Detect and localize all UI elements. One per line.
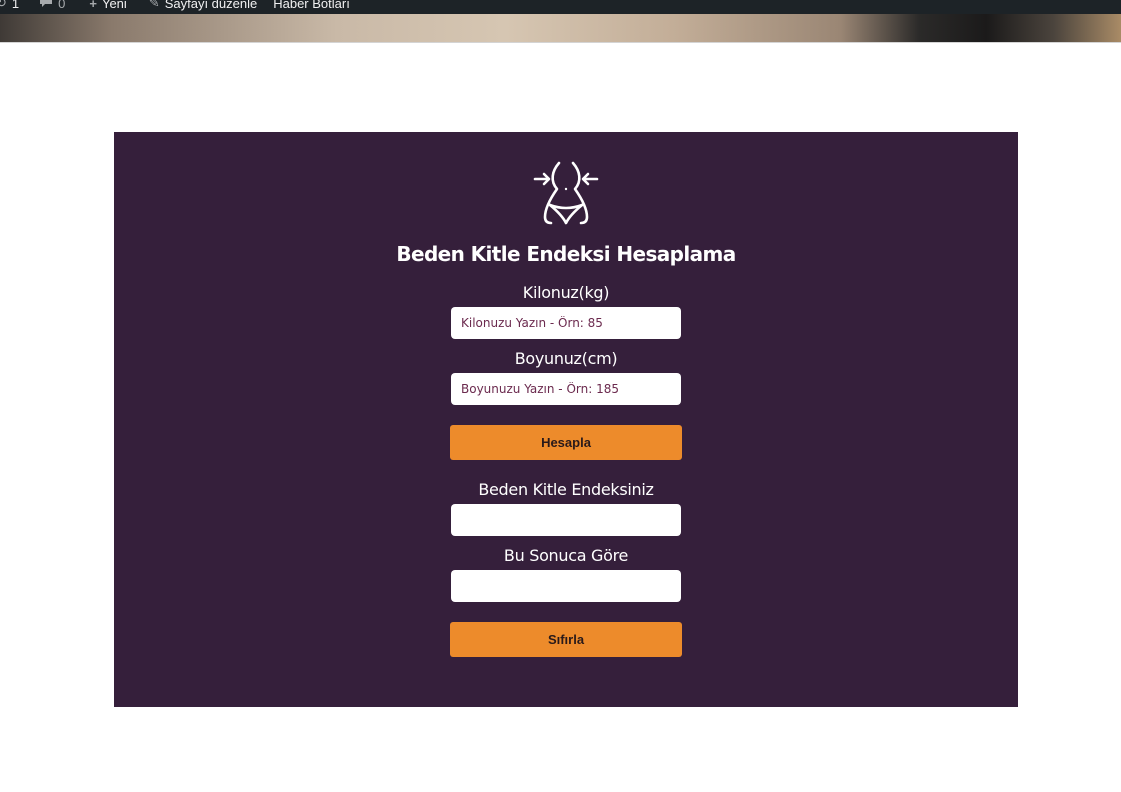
pencil-icon: ✎ [148, 0, 160, 10]
waist-slim-icon [533, 161, 599, 225]
updates-count: 1 [11, 0, 20, 11]
interpretation-field[interactable] [451, 570, 681, 602]
bmi-result-label: Beden Kitle Endeksiniz [478, 480, 654, 499]
calculate-button[interactable]: Hesapla [450, 425, 682, 460]
comment-icon [39, 0, 53, 11]
height-input[interactable] [451, 373, 681, 405]
edit-page-label: Sayfayı düzenle [164, 0, 258, 11]
plus-icon: + [89, 0, 97, 11]
admin-bar-items: ↻ 1 0 + Yeni ✎ Sayfayı düzenle Haber Bot… [0, 0, 360, 13]
admin-bar-updates[interactable]: ↻ 1 [0, 0, 19, 11]
reset-button[interactable]: Sıfırla [450, 622, 682, 657]
weight-label: Kilonuz(kg) [522, 283, 610, 302]
bmi-result-field[interactable] [451, 504, 681, 536]
hero-image-strip [0, 14, 1121, 43]
new-label: Yeni [101, 0, 127, 11]
weight-input[interactable] [451, 307, 681, 339]
news-bots-label: Haber Botları [273, 0, 350, 11]
admin-bar: ↻ 1 0 + Yeni ✎ Sayfayı düzenle Haber Bot… [0, 0, 1121, 14]
calculator-title: Beden Kitle Endeksi Hesaplama [396, 242, 736, 266]
comments-count: 0 [58, 0, 66, 11]
admin-bar-comments[interactable]: 0 [39, 0, 65, 11]
height-label: Boyunuz(cm) [514, 349, 618, 368]
admin-bar-edit-page[interactable]: ✎ Sayfayı düzenle [149, 0, 257, 11]
bmi-calculator-panel: Beden Kitle Endeksi Hesaplama Kilonuz(kg… [114, 132, 1018, 707]
admin-bar-new[interactable]: + Yeni [89, 0, 126, 11]
admin-bar-news-bots[interactable]: Haber Botları [273, 0, 350, 11]
interpretation-label: Bu Sonuca Göre [503, 546, 629, 565]
updates-icon: ↻ [0, 0, 7, 10]
